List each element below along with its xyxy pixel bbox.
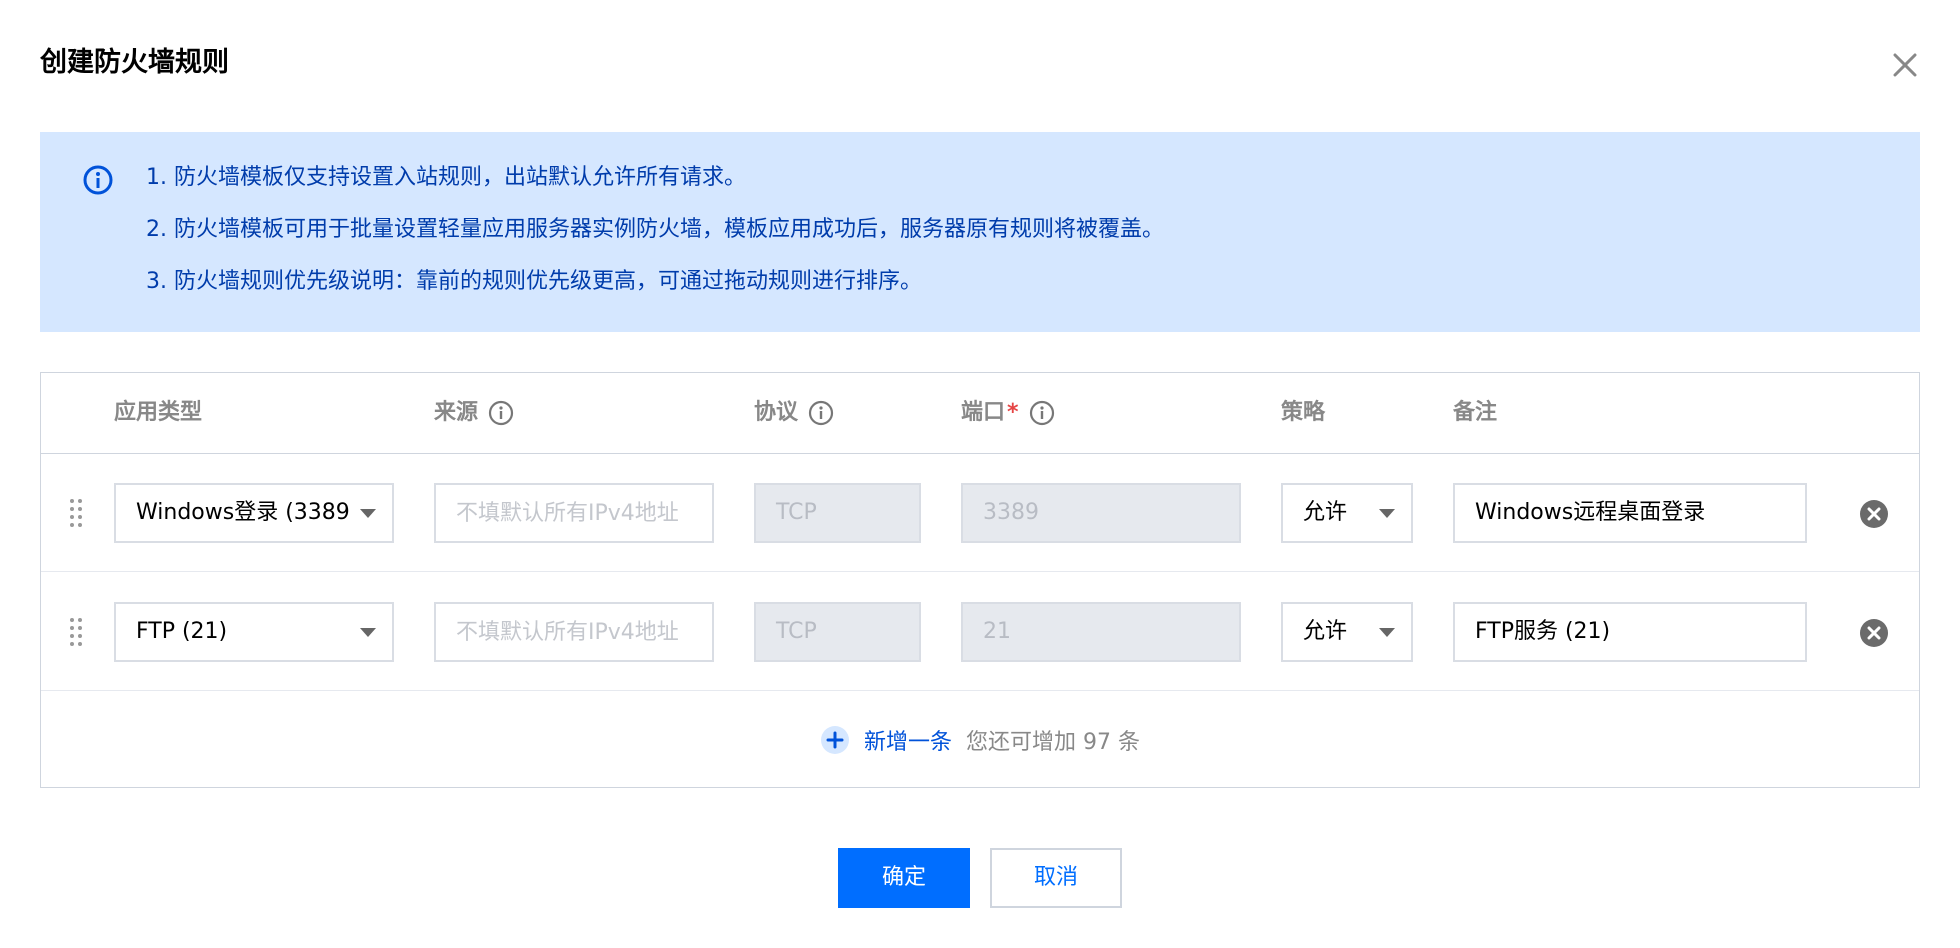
port-field: 3389	[961, 483, 1241, 543]
info-circle-icon	[83, 165, 113, 195]
source-info-icon[interactable]	[488, 400, 514, 426]
remove-circle-icon[interactable]	[1859, 499, 1889, 529]
dialog-title: 创建防火墙规则	[40, 47, 229, 78]
protocol-field: TCP	[754, 602, 921, 662]
drag-handle-icon[interactable]	[69, 617, 83, 647]
port-info-icon[interactable]	[1029, 400, 1055, 426]
table-row: FTP (21) TCP 21 允许 FTP服务 (21)	[41, 573, 1919, 691]
source-input[interactable]	[434, 602, 714, 662]
policy-select[interactable]: 允许	[1281, 483, 1413, 543]
add-rule-area: 新增一条 您还可增加 97 条	[41, 691, 1919, 789]
caret-down-icon	[360, 509, 376, 518]
source-input[interactable]	[434, 483, 714, 543]
notice-banner: 1. 防火墙模板仅支持设置入站规则，出站默认允许所有请求。 2. 防火墙模板可用…	[40, 132, 1920, 332]
confirm-button[interactable]: 确定	[838, 848, 970, 908]
policy-select[interactable]: 允许	[1281, 602, 1413, 662]
app-type-select[interactable]: Windows登录 (3389	[114, 483, 394, 543]
drag-handle-icon[interactable]	[69, 498, 83, 528]
caret-down-icon	[1379, 628, 1395, 637]
cancel-button[interactable]: 取消	[990, 848, 1122, 908]
header-remark: 备注	[1453, 400, 1498, 425]
table-header: 应用类型 来源 协议 端口 * 策略 备注	[41, 373, 1919, 454]
notice-line-1: 1. 防火墙模板仅支持设置入站规则，出站默认允许所有请求。	[146, 165, 746, 190]
header-port: 端口 *	[961, 373, 1055, 453]
table-row: Windows登录 (3389 TCP 3389 允许 Windows远程桌面登…	[41, 454, 1919, 572]
remark-input[interactable]: Windows远程桌面登录	[1453, 483, 1807, 543]
close-icon[interactable]	[1890, 50, 1920, 80]
app-type-select[interactable]: FTP (21)	[114, 602, 394, 662]
notice-line-3: 3. 防火墙规则优先级说明：靠前的规则优先级更高，可通过拖动规则进行排序。	[146, 269, 922, 294]
add-rule-label: 新增一条	[864, 730, 953, 755]
add-rule-button[interactable]: 新增一条	[820, 724, 952, 756]
remark-input[interactable]: FTP服务 (21)	[1453, 602, 1807, 662]
header-protocol: 协议	[754, 373, 834, 453]
protocol-info-icon[interactable]	[808, 400, 834, 426]
required-mark: *	[1007, 400, 1019, 425]
header-app-type: 应用类型	[114, 400, 203, 425]
remaining-count-hint: 您还可增加 97 条	[966, 730, 1140, 755]
rules-table: 应用类型 来源 协议 端口 * 策略 备注 Windows登录 (3389 不填…	[40, 372, 1920, 788]
caret-down-icon	[1379, 509, 1395, 518]
caret-down-icon	[360, 628, 376, 637]
protocol-field: TCP	[754, 483, 921, 543]
plus-circle-icon	[821, 726, 849, 754]
notice-line-2: 2. 防火墙模板可用于批量设置轻量应用服务器实例防火墙，模板应用成功后，服务器原…	[146, 217, 1164, 242]
remove-circle-icon[interactable]	[1859, 618, 1889, 648]
header-source: 来源	[434, 373, 514, 453]
header-policy: 策略	[1281, 400, 1326, 425]
port-field: 21	[961, 602, 1241, 662]
